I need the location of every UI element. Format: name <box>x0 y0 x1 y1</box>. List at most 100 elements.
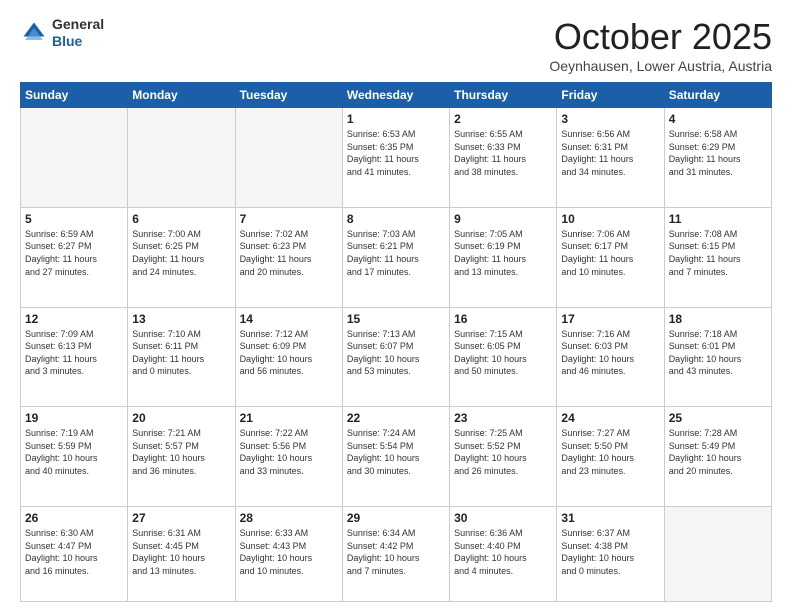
day-number: 23 <box>454 411 552 425</box>
day-info: Sunrise: 6:36 AM Sunset: 4:40 PM Dayligh… <box>454 527 552 577</box>
day-number: 8 <box>347 212 445 226</box>
calendar-cell: 15 Sunrise: 7:13 AM Sunset: 6:07 PM Dayli… <box>342 307 449 407</box>
calendar-cell <box>128 108 235 208</box>
day-number: 19 <box>25 411 123 425</box>
day-number: 2 <box>454 112 552 126</box>
day-info: Sunrise: 7:21 AM Sunset: 5:57 PM Dayligh… <box>132 427 230 477</box>
day-number: 15 <box>347 312 445 326</box>
day-info: Sunrise: 7:06 AM Sunset: 6:17 PM Dayligh… <box>561 228 659 278</box>
week-row-1: 1Sunrise: 6:53 AM Sunset: 6:35 PM Daylig… <box>21 108 772 208</box>
day-info: Sunrise: 7:00 AM Sunset: 6:25 PM Dayligh… <box>132 228 230 278</box>
day-number: 12 <box>25 312 123 326</box>
logo-blue-text: Blue <box>52 33 104 50</box>
month-title: October 2025 <box>549 16 772 58</box>
day-number: 27 <box>132 511 230 525</box>
day-info: Sunrise: 7:10 AM Sunset: 6:11 PM Dayligh… <box>132 328 230 378</box>
calendar-cell: 31Sunrise: 6:37 AM Sunset: 4:38 PM Dayli… <box>557 507 664 602</box>
day-info: Sunrise: 7:19 AM Sunset: 5:59 PM Dayligh… <box>25 427 123 477</box>
day-number: 11 <box>669 212 767 226</box>
day-number: 13 <box>132 312 230 326</box>
day-info: Sunrise: 6:55 AM Sunset: 6:33 PM Dayligh… <box>454 128 552 178</box>
day-number: 21 <box>240 411 338 425</box>
calendar-cell: 28Sunrise: 6:33 AM Sunset: 4:43 PM Dayli… <box>235 507 342 602</box>
weekday-thursday: Thursday <box>450 83 557 108</box>
calendar-cell: 9 Sunrise: 7:05 AM Sunset: 6:19 PM Daylig… <box>450 207 557 307</box>
day-number: 3 <box>561 112 659 126</box>
calendar-cell: 20 Sunrise: 7:21 AM Sunset: 5:57 PM Dayli… <box>128 407 235 507</box>
day-number: 20 <box>132 411 230 425</box>
calendar-cell: 23Sunrise: 7:25 AM Sunset: 5:52 PM Dayli… <box>450 407 557 507</box>
day-info: Sunrise: 7:09 AM Sunset: 6:13 PM Dayligh… <box>25 328 123 378</box>
day-info: Sunrise: 6:53 AM Sunset: 6:35 PM Dayligh… <box>347 128 445 178</box>
day-info: Sunrise: 7:05 AM Sunset: 6:19 PM Dayligh… <box>454 228 552 278</box>
day-info: Sunrise: 6:56 AM Sunset: 6:31 PM Dayligh… <box>561 128 659 178</box>
day-info: Sunrise: 7:02 AM Sunset: 6:23 PM Dayligh… <box>240 228 338 278</box>
day-info: Sunrise: 6:37 AM Sunset: 4:38 PM Dayligh… <box>561 527 659 577</box>
day-info: Sunrise: 7:27 AM Sunset: 5:50 PM Dayligh… <box>561 427 659 477</box>
day-info: Sunrise: 7:03 AM Sunset: 6:21 PM Dayligh… <box>347 228 445 278</box>
calendar-cell: 21Sunrise: 7:22 AM Sunset: 5:56 PM Dayli… <box>235 407 342 507</box>
calendar-cell: 7 Sunrise: 7:02 AM Sunset: 6:23 PM Daylig… <box>235 207 342 307</box>
calendar-cell: 14 Sunrise: 7:12 AM Sunset: 6:09 PM Dayli… <box>235 307 342 407</box>
calendar-cell: 4 Sunrise: 6:58 AM Sunset: 6:29 PM Daylig… <box>664 108 771 208</box>
calendar-cell: 13 Sunrise: 7:10 AM Sunset: 6:11 PM Dayli… <box>128 307 235 407</box>
day-number: 22 <box>347 411 445 425</box>
calendar-cell: 30Sunrise: 6:36 AM Sunset: 4:40 PM Dayli… <box>450 507 557 602</box>
calendar-cell: 17 Sunrise: 7:16 AM Sunset: 6:03 PM Dayli… <box>557 307 664 407</box>
calendar-table: SundayMondayTuesdayWednesdayThursdayFrid… <box>20 82 772 602</box>
week-row-4: 19 Sunrise: 7:19 AM Sunset: 5:59 PM Dayli… <box>21 407 772 507</box>
day-number: 28 <box>240 511 338 525</box>
calendar-cell: 18Sunrise: 7:18 AM Sunset: 6:01 PM Dayli… <box>664 307 771 407</box>
calendar-cell: 3 Sunrise: 6:56 AM Sunset: 6:31 PM Daylig… <box>557 108 664 208</box>
day-info: Sunrise: 7:24 AM Sunset: 5:54 PM Dayligh… <box>347 427 445 477</box>
day-number: 29 <box>347 511 445 525</box>
day-number: 10 <box>561 212 659 226</box>
calendar-cell: 24 Sunrise: 7:27 AM Sunset: 5:50 PM Dayli… <box>557 407 664 507</box>
subtitle: Oeynhausen, Lower Austria, Austria <box>549 58 772 74</box>
day-info: Sunrise: 6:34 AM Sunset: 4:42 PM Dayligh… <box>347 527 445 577</box>
day-info: Sunrise: 7:08 AM Sunset: 6:15 PM Dayligh… <box>669 228 767 278</box>
calendar-cell: 22 Sunrise: 7:24 AM Sunset: 5:54 PM Dayli… <box>342 407 449 507</box>
calendar-cell: 5 Sunrise: 6:59 AM Sunset: 6:27 PM Daylig… <box>21 207 128 307</box>
weekday-sunday: Sunday <box>21 83 128 108</box>
week-row-5: 26 Sunrise: 6:30 AM Sunset: 4:47 PM Dayli… <box>21 507 772 602</box>
week-row-3: 12 Sunrise: 7:09 AM Sunset: 6:13 PM Dayli… <box>21 307 772 407</box>
calendar-cell: 12 Sunrise: 7:09 AM Sunset: 6:13 PM Dayli… <box>21 307 128 407</box>
week-row-2: 5 Sunrise: 6:59 AM Sunset: 6:27 PM Daylig… <box>21 207 772 307</box>
calendar-cell: 26 Sunrise: 6:30 AM Sunset: 4:47 PM Dayli… <box>21 507 128 602</box>
day-info: Sunrise: 7:12 AM Sunset: 6:09 PM Dayligh… <box>240 328 338 378</box>
day-info: Sunrise: 7:15 AM Sunset: 6:05 PM Dayligh… <box>454 328 552 378</box>
calendar-cell: 19 Sunrise: 7:19 AM Sunset: 5:59 PM Dayli… <box>21 407 128 507</box>
day-number: 14 <box>240 312 338 326</box>
day-info: Sunrise: 6:31 AM Sunset: 4:45 PM Dayligh… <box>132 527 230 577</box>
calendar-cell <box>235 108 342 208</box>
day-info: Sunrise: 7:16 AM Sunset: 6:03 PM Dayligh… <box>561 328 659 378</box>
day-number: 5 <box>25 212 123 226</box>
calendar-cell: 10 Sunrise: 7:06 AM Sunset: 6:17 PM Dayli… <box>557 207 664 307</box>
calendar-cell: 8 Sunrise: 7:03 AM Sunset: 6:21 PM Daylig… <box>342 207 449 307</box>
logo-general-text: General <box>52 16 104 33</box>
logo-icon <box>20 19 48 47</box>
day-info: Sunrise: 7:13 AM Sunset: 6:07 PM Dayligh… <box>347 328 445 378</box>
day-number: 24 <box>561 411 659 425</box>
calendar-cell <box>664 507 771 602</box>
day-info: Sunrise: 6:59 AM Sunset: 6:27 PM Dayligh… <box>25 228 123 278</box>
weekday-header-row: SundayMondayTuesdayWednesdayThursdayFrid… <box>21 83 772 108</box>
weekday-monday: Monday <box>128 83 235 108</box>
day-info: Sunrise: 6:58 AM Sunset: 6:29 PM Dayligh… <box>669 128 767 178</box>
calendar-cell: 16Sunrise: 7:15 AM Sunset: 6:05 PM Dayli… <box>450 307 557 407</box>
weekday-friday: Friday <box>557 83 664 108</box>
header: General Blue October 2025 Oeynhausen, Lo… <box>20 16 772 74</box>
title-block: October 2025 Oeynhausen, Lower Austria, … <box>549 16 772 74</box>
day-number: 9 <box>454 212 552 226</box>
calendar-cell: 1Sunrise: 6:53 AM Sunset: 6:35 PM Daylig… <box>342 108 449 208</box>
day-number: 7 <box>240 212 338 226</box>
weekday-wednesday: Wednesday <box>342 83 449 108</box>
logo: General Blue <box>20 16 104 50</box>
day-number: 17 <box>561 312 659 326</box>
day-info: Sunrise: 6:30 AM Sunset: 4:47 PM Dayligh… <box>25 527 123 577</box>
day-number: 4 <box>669 112 767 126</box>
day-info: Sunrise: 7:18 AM Sunset: 6:01 PM Dayligh… <box>669 328 767 378</box>
day-number: 25 <box>669 411 767 425</box>
day-number: 26 <box>25 511 123 525</box>
